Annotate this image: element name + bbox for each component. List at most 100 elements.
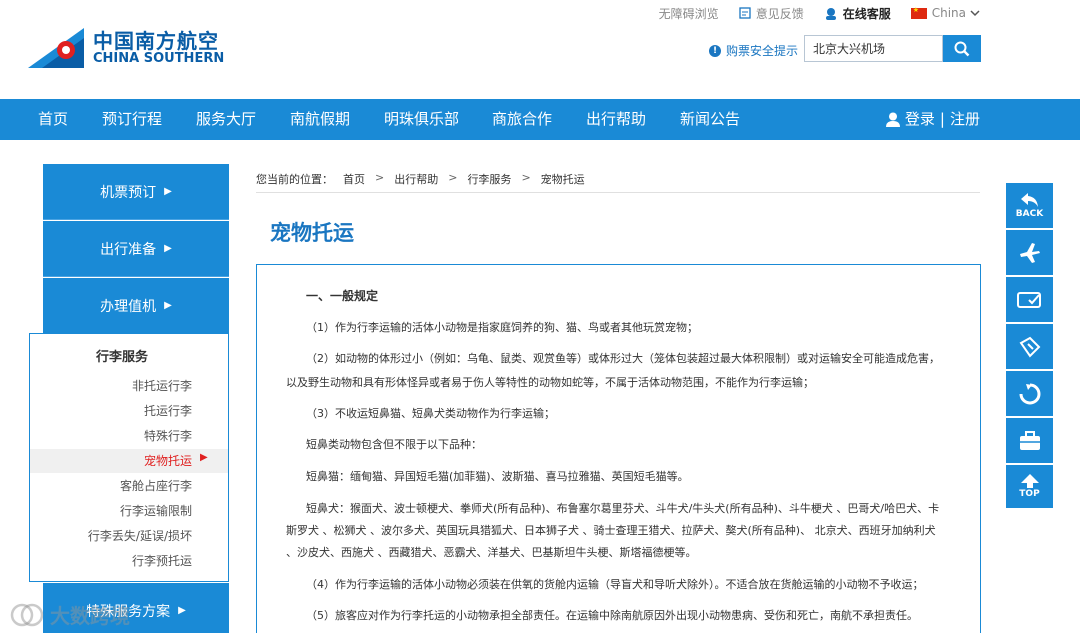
- sidebar-label: 办理值机: [100, 298, 157, 315]
- security-tip-link[interactable]: ! 购票安全提示: [709, 42, 798, 59]
- breadcrumb-current: 宠物托运: [540, 173, 585, 186]
- search-icon: [954, 41, 970, 56]
- baggage-service-panel: 行李服务 非托运行李 托运行李 特殊行李 宠物托运 ▶ 客舱占座行李 行李运输限…: [29, 333, 229, 582]
- nav-booking[interactable]: 预订行程: [102, 99, 162, 140]
- top-button[interactable]: TOP: [1006, 465, 1053, 509]
- suitcase-icon: [1019, 430, 1040, 450]
- nav-service-hall[interactable]: 服务大厅: [196, 99, 256, 140]
- login-separator: |: [939, 110, 945, 128]
- breadcrumb-prefix: 您当前的位置：: [256, 173, 333, 186]
- refresh-icon: [1019, 383, 1040, 404]
- accessible-label: 无障碍浏览: [658, 6, 719, 21]
- watermark: 大数跨境: [10, 600, 130, 629]
- sidebar-item-cabin-seat[interactable]: 客舱占座行李: [30, 477, 192, 494]
- breadcrumb-separator: >: [521, 171, 531, 184]
- watermark-text: 大数跨境: [50, 604, 130, 628]
- ticket-shortcut[interactable]: [1006, 324, 1053, 370]
- feedback-link[interactable]: 意见反馈: [739, 5, 804, 22]
- divider: [256, 192, 980, 193]
- triangle-right-icon: ▶: [178, 605, 186, 616]
- sidebar-item-pet[interactable]: 宠物托运: [30, 452, 192, 469]
- triangle-right-icon: ▶: [164, 300, 172, 311]
- top-label: TOP: [1019, 489, 1040, 499]
- baggage-shortcut[interactable]: [1006, 418, 1053, 464]
- sidebar-checkin[interactable]: 办理值机 ▶: [43, 278, 229, 334]
- chevron-down-icon: [970, 9, 980, 16]
- page-title: 宠物托运: [270, 221, 354, 245]
- sidebar-item-carry-on[interactable]: 非托运行李: [30, 377, 192, 394]
- info-icon: !: [709, 44, 721, 57]
- nav-business[interactable]: 商旅合作: [492, 99, 552, 140]
- logo-text-en: CHINA SOUTHERN: [93, 51, 225, 66]
- breadcrumb-home[interactable]: 首页: [343, 171, 365, 187]
- nav-travel-help[interactable]: 出行帮助: [586, 99, 646, 140]
- breadcrumb: 您当前的位置： 首页 > 出行帮助 > 行李服务 > 宠物托运: [256, 171, 595, 187]
- user-icon: [885, 112, 900, 127]
- sidebar-item-restrictions[interactable]: 行李运输限制: [30, 502, 192, 519]
- paragraph: （1）作为行李运输的活体小动物是指家庭饲养的狗、猫、鸟或者其他玩赏宠物；: [306, 321, 698, 334]
- paragraph: 短鼻类动物包含但不限于以下品种：: [306, 438, 482, 451]
- triangle-right-icon: ▶: [200, 452, 208, 463]
- paragraph: （5）旅客应对作为行李托运的小动物承担全部责任。在运输中除南航原因外出现小动物患…: [306, 609, 918, 622]
- triangle-right-icon: ▶: [164, 243, 172, 254]
- boarding-pass-icon: [1016, 291, 1041, 308]
- triangle-right-icon: ▶: [164, 186, 172, 197]
- sidebar-travel-prep[interactable]: 出行准备 ▶: [43, 221, 229, 277]
- sidebar-label: 出行准备: [100, 241, 157, 258]
- arrow-up-icon: [1020, 474, 1039, 488]
- back-arrow-icon: [1020, 193, 1038, 207]
- china-flag-icon: [910, 6, 927, 19]
- section-heading: 一、一般规定: [306, 289, 379, 303]
- sidebar-item-special[interactable]: 特殊行李: [30, 427, 192, 444]
- paragraph: （4）作为行李运输的活体小动物必须装在供氧的货舱内运输（导盲犬和导听犬除外）。不…: [306, 578, 924, 591]
- search-button[interactable]: [943, 35, 981, 62]
- flight-shortcut[interactable]: [1006, 230, 1053, 276]
- online-service-label: 在线客服: [842, 6, 891, 21]
- nav-pearl-club[interactable]: 明珠俱乐部: [384, 99, 459, 140]
- online-service-link[interactable]: 在线客服: [824, 5, 891, 22]
- paragraph: （2）如动物的体形过小（例如：乌龟、鼠类、观赏鱼等）或体形过大（笼体包装超过最大…: [306, 352, 940, 365]
- breadcrumb-separator: >: [375, 171, 385, 184]
- login-link[interactable]: 登录: [905, 99, 935, 140]
- article-content: 一、一般规定 （1）作为行李运输的活体小动物是指家庭饲养的狗、猫、鸟或者其他玩赏…: [256, 264, 981, 633]
- paragraph: （3）不收运短鼻猫、短鼻犬类动物作为行李运输；: [306, 407, 555, 420]
- checkin-shortcut[interactable]: [1006, 277, 1053, 323]
- region-label: China: [931, 6, 966, 20]
- paragraph: 短鼻犬：猴面犬、波士顿梗犬、拳师犬(所有品种)、布鲁塞尔葛里芬犬、斗牛犬/牛头犬…: [306, 502, 940, 515]
- sidebar-item-lost[interactable]: 行李丢失/延误/损坏: [30, 527, 192, 544]
- paragraph: 以及野生动物和具有形体怪异或者易于伤人等特性的动物如蛇等，不属于活体动物范围，不…: [286, 376, 814, 389]
- logo-text-cn: 中国南方航空: [93, 29, 219, 53]
- breadcrumb-separator: >: [448, 171, 458, 184]
- airplane-icon: [1019, 242, 1040, 263]
- paragraph: 斯罗犬 、松狮犬 、波尔多犬、英国玩具猎狐犬、日本狮子犬 、骑士查理王猎犬、拉萨…: [286, 524, 936, 537]
- nav-home[interactable]: 首页: [38, 99, 68, 140]
- sidebar-item-pre-check[interactable]: 行李预托运: [30, 552, 192, 569]
- feedback-label: 意见反馈: [755, 6, 804, 21]
- sidebar-item-checked[interactable]: 托运行李: [30, 402, 192, 419]
- feedback-icon: [739, 7, 751, 19]
- brand-logo[interactable]: 中国南方航空 CHINA SOUTHERN: [28, 28, 224, 68]
- watermark-logo-icon: [10, 603, 44, 626]
- register-link[interactable]: 注册: [950, 99, 980, 140]
- ticket-icon: [1019, 336, 1040, 358]
- login-area: 登录 | 注册: [885, 99, 980, 140]
- panel-title: 行李服务: [95, 350, 148, 365]
- paragraph: 、沙皮犬、西施犬 、西藏猎犬、恶霸犬、洋基犬、巴基斯坦牛头梗、斯塔福德梗等。: [286, 546, 697, 559]
- nav-news[interactable]: 新闻公告: [680, 99, 740, 140]
- sidebar-ticket-booking[interactable]: 机票预订 ▶: [43, 164, 229, 220]
- main-nav: 首页 预订行程 服务大厅 南航假期 明珠俱乐部 商旅合作 出行帮助 新闻公告 登…: [0, 99, 1080, 140]
- customer-service-icon: [825, 7, 836, 20]
- breadcrumb-baggage[interactable]: 行李服务: [467, 171, 511, 187]
- security-tip-label: 购票安全提示: [726, 44, 799, 58]
- paragraph: 短鼻猫：缅甸猫、异国短毛猫(加菲猫)、波斯猫、喜马拉雅猫、英国短毛猫等。: [306, 470, 689, 483]
- region-selector[interactable]: China: [910, 6, 980, 20]
- back-button[interactable]: BACK: [1006, 183, 1053, 229]
- search-input[interactable]: [804, 35, 943, 62]
- breadcrumb-travel-help[interactable]: 出行帮助: [394, 171, 438, 187]
- sidebar-label: 机票预订: [100, 184, 157, 201]
- back-label: BACK: [1015, 209, 1044, 219]
- service-shortcut[interactable]: [1006, 371, 1053, 417]
- kapok-logo-icon: [28, 28, 84, 68]
- nav-holidays[interactable]: 南航假期: [290, 99, 350, 140]
- accessible-link[interactable]: 无障碍浏览: [659, 5, 719, 22]
